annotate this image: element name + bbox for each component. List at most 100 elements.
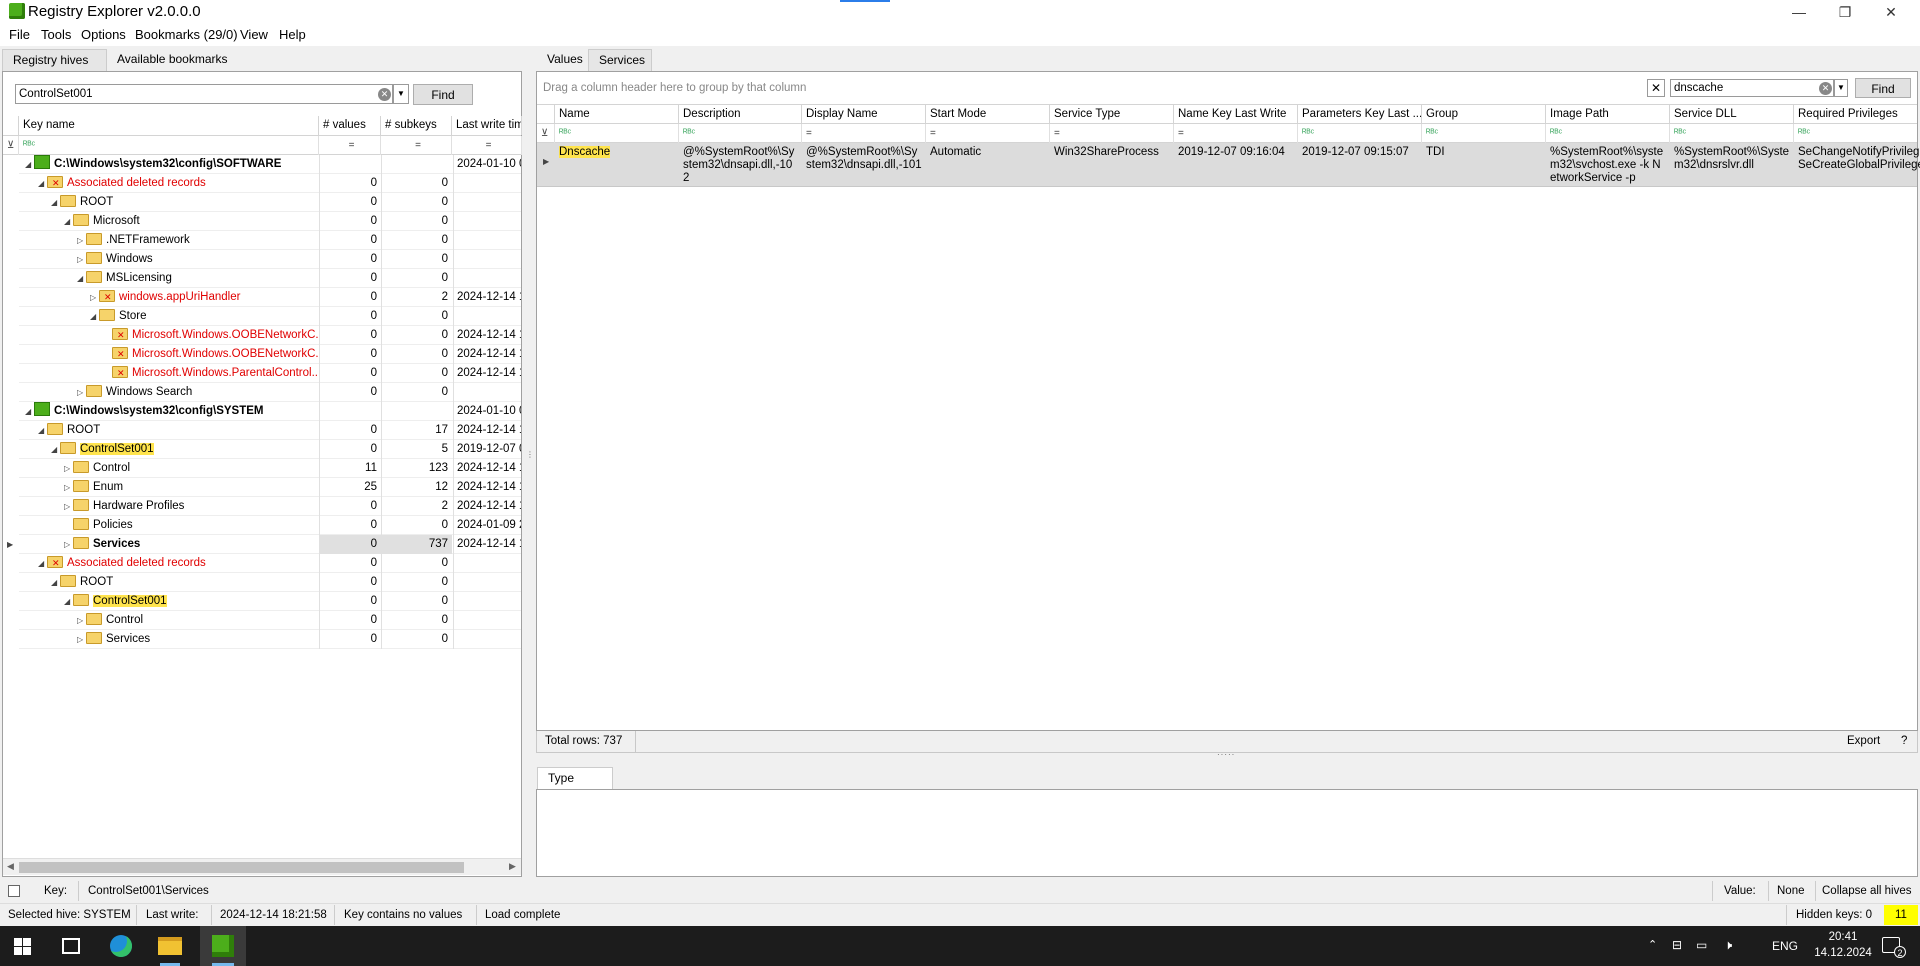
maximize-button[interactable]: ❐: [1822, 0, 1868, 24]
collapsed-icon[interactable]: ▷: [90, 288, 99, 302]
expanded-icon[interactable]: ◢: [64, 592, 73, 606]
tree-node[interactable]: ◢ ControlSet001 0 0: [19, 592, 521, 611]
tree-horizontal-scrollbar[interactable]: ◀ ▶: [3, 858, 521, 875]
col-key-name[interactable]: Key name: [19, 116, 319, 135]
filter-name[interactable]: ᴿᴮᶜ: [555, 124, 679, 143]
col-last-write[interactable]: Last write time: [452, 116, 522, 135]
expanded-icon[interactable]: ◢: [64, 212, 73, 226]
col-dll[interactable]: Service DLL: [1670, 105, 1794, 124]
tree-node[interactable]: Microsoft.Windows.ParentalControl...0020…: [19, 364, 521, 383]
clear-icon[interactable]: ✕: [1819, 82, 1832, 95]
col-name[interactable]: Name: [555, 105, 679, 124]
filter-description[interactable]: ᴿᴮᶜ: [679, 124, 802, 143]
menu-file[interactable]: File: [9, 27, 30, 42]
tab-type-viewer[interactable]: Type viewer: [537, 767, 613, 805]
collapsed-icon[interactable]: ▷: [77, 383, 86, 397]
expanded-icon[interactable]: ◢: [90, 307, 99, 321]
col-pk_lw[interactable]: Parameters Key Last ...: [1298, 105, 1422, 124]
collapsed-icon[interactable]: ▷: [77, 250, 86, 264]
filter-display[interactable]: =: [802, 124, 926, 143]
scroll-left-icon[interactable]: ◀: [7, 861, 14, 872]
col-description[interactable]: Description: [679, 105, 802, 124]
tree-node[interactable]: Microsoft.Windows.OOBENetworkC...002024-…: [19, 326, 521, 345]
tree-node[interactable]: ◢ ROOT 0 0: [19, 193, 521, 212]
key-checkbox[interactable]: [8, 885, 20, 897]
service-search-input[interactable]: dnscache ✕: [1670, 79, 1834, 97]
expanded-icon[interactable]: ◢: [51, 193, 60, 207]
collapsed-icon[interactable]: ▷: [64, 459, 73, 473]
expanded-icon[interactable]: ◢: [51, 440, 60, 454]
clock-date[interactable]: 14.12.2024: [1808, 947, 1878, 959]
clear-icon[interactable]: ✕: [378, 88, 391, 101]
tab-registry-hives[interactable]: Registry hives (2): [2, 49, 107, 87]
windows-start-icon[interactable]: [14, 938, 31, 955]
filter-pk_lw[interactable]: ᴿᴮᶜ: [1298, 124, 1422, 143]
tree-node[interactable]: Policies002024-01-09 23: [19, 516, 521, 535]
filter-nk_lw[interactable]: =: [1174, 124, 1298, 143]
clock-time[interactable]: 20:41: [1818, 931, 1868, 943]
collapsed-icon[interactable]: ▷: [77, 630, 86, 644]
tree-node[interactable]: ◢ Associated deleted records 00: [19, 174, 521, 193]
export-button[interactable]: Export: [1847, 735, 1880, 747]
search-dropdown-chevron-icon[interactable]: ▼: [393, 84, 409, 104]
col-values[interactable]: # values: [319, 116, 381, 135]
col-nk_lw[interactable]: Name Key Last Write: [1174, 105, 1298, 124]
filter-priv[interactable]: ᴿᴮᶜ: [1794, 124, 1920, 143]
tree-node[interactable]: ◢ ROOT 0 0: [19, 573, 521, 592]
col-subkeys[interactable]: # subkeys: [381, 116, 452, 135]
task-view-icon[interactable]: [62, 938, 80, 954]
expanded-icon[interactable]: ◢: [77, 269, 86, 283]
tree-node[interactable]: ◢ Store 0 0: [19, 307, 521, 326]
tree-node[interactable]: ◢ ROOT 0172024-12-14 18: [19, 421, 521, 440]
collapsed-icon[interactable]: ▷: [64, 535, 73, 549]
tab-services[interactable]: Services: [588, 49, 652, 71]
filter-key-name[interactable]: ᴿᴮᶜ: [19, 136, 319, 155]
filter-image[interactable]: ᴿᴮᶜ: [1546, 124, 1670, 143]
tree-node[interactable]: ◢ Microsoft 0 0: [19, 212, 521, 231]
tree-node[interactable]: ◢ ControlSet001 052019-12-07 09: [19, 440, 521, 459]
filter-values[interactable]: =: [319, 136, 381, 155]
tree-node[interactable]: ▷ Control 0 0: [19, 611, 521, 630]
tree-node[interactable]: ▷ Windows 0 0: [19, 250, 521, 269]
menu-options[interactable]: Options: [81, 27, 126, 42]
scroll-right-icon[interactable]: ▶: [509, 861, 516, 872]
col-group[interactable]: Group: [1422, 105, 1546, 124]
expanded-icon[interactable]: ◢: [25, 155, 34, 169]
tree-node[interactable]: ▷ Services 07372024-12-14 18: [19, 535, 521, 554]
tree-node[interactable]: ▷ Services 0 0: [19, 630, 521, 649]
tab-available-bookmarks[interactable]: Available bookmarks (61/0): [107, 49, 257, 86]
tree-node[interactable]: ▷ Windows Search 0 0: [19, 383, 521, 402]
show-hidden-icons-chevron-icon[interactable]: ⌃: [1648, 938, 1657, 951]
expanded-icon[interactable]: ◢: [51, 573, 60, 587]
collapsed-icon[interactable]: ▷: [77, 231, 86, 245]
filter-type[interactable]: =: [1050, 124, 1174, 143]
help-button[interactable]: ?: [1901, 735, 1907, 747]
col-display[interactable]: Display Name: [802, 105, 926, 124]
filter-start[interactable]: =: [926, 124, 1050, 143]
scroll-thumb[interactable]: [19, 862, 464, 873]
tree-node[interactable]: ▷ Enum 25122024-12-14 16: [19, 478, 521, 497]
tree-node[interactable]: ▷ windows.appUriHandler 022024-12-14 15: [19, 288, 521, 307]
tree-node[interactable]: ▷ Hardware Profiles 022024-12-14 18: [19, 497, 521, 516]
service-find-button[interactable]: Find: [1855, 78, 1911, 98]
volume-icon[interactable]: 🕨: [1724, 937, 1732, 953]
expanded-icon[interactable]: ◢: [25, 402, 34, 416]
service-search-chevron-icon[interactable]: ▼: [1834, 79, 1848, 97]
filter-group[interactable]: ᴿᴮᶜ: [1422, 124, 1546, 143]
edge-browser-icon[interactable]: [110, 935, 132, 957]
registry-explorer-taskbar-button[interactable]: [200, 926, 246, 966]
col-priv[interactable]: Required Privileges: [1794, 105, 1920, 124]
filter-subkeys[interactable]: =: [381, 136, 452, 155]
network-icon[interactable]: ⊟: [1672, 938, 1682, 952]
tree-node[interactable]: ▷ .NETFramework 0 0: [19, 231, 521, 250]
language-indicator[interactable]: ENG: [1772, 939, 1798, 953]
close-button[interactable]: ✕: [1868, 0, 1914, 24]
menu-tools[interactable]: Tools: [41, 27, 71, 42]
menu-bookmarks[interactable]: Bookmarks (29/0): [135, 27, 238, 42]
col-image[interactable]: Image Path: [1546, 105, 1670, 124]
tree-node[interactable]: ◢ Associated deleted records 00: [19, 554, 521, 573]
expanded-icon[interactable]: ◢: [38, 554, 47, 568]
find-button[interactable]: Find: [413, 84, 473, 105]
minimize-button[interactable]: —: [1776, 0, 1822, 24]
clear-search-icon[interactable]: ✕: [1647, 79, 1665, 97]
